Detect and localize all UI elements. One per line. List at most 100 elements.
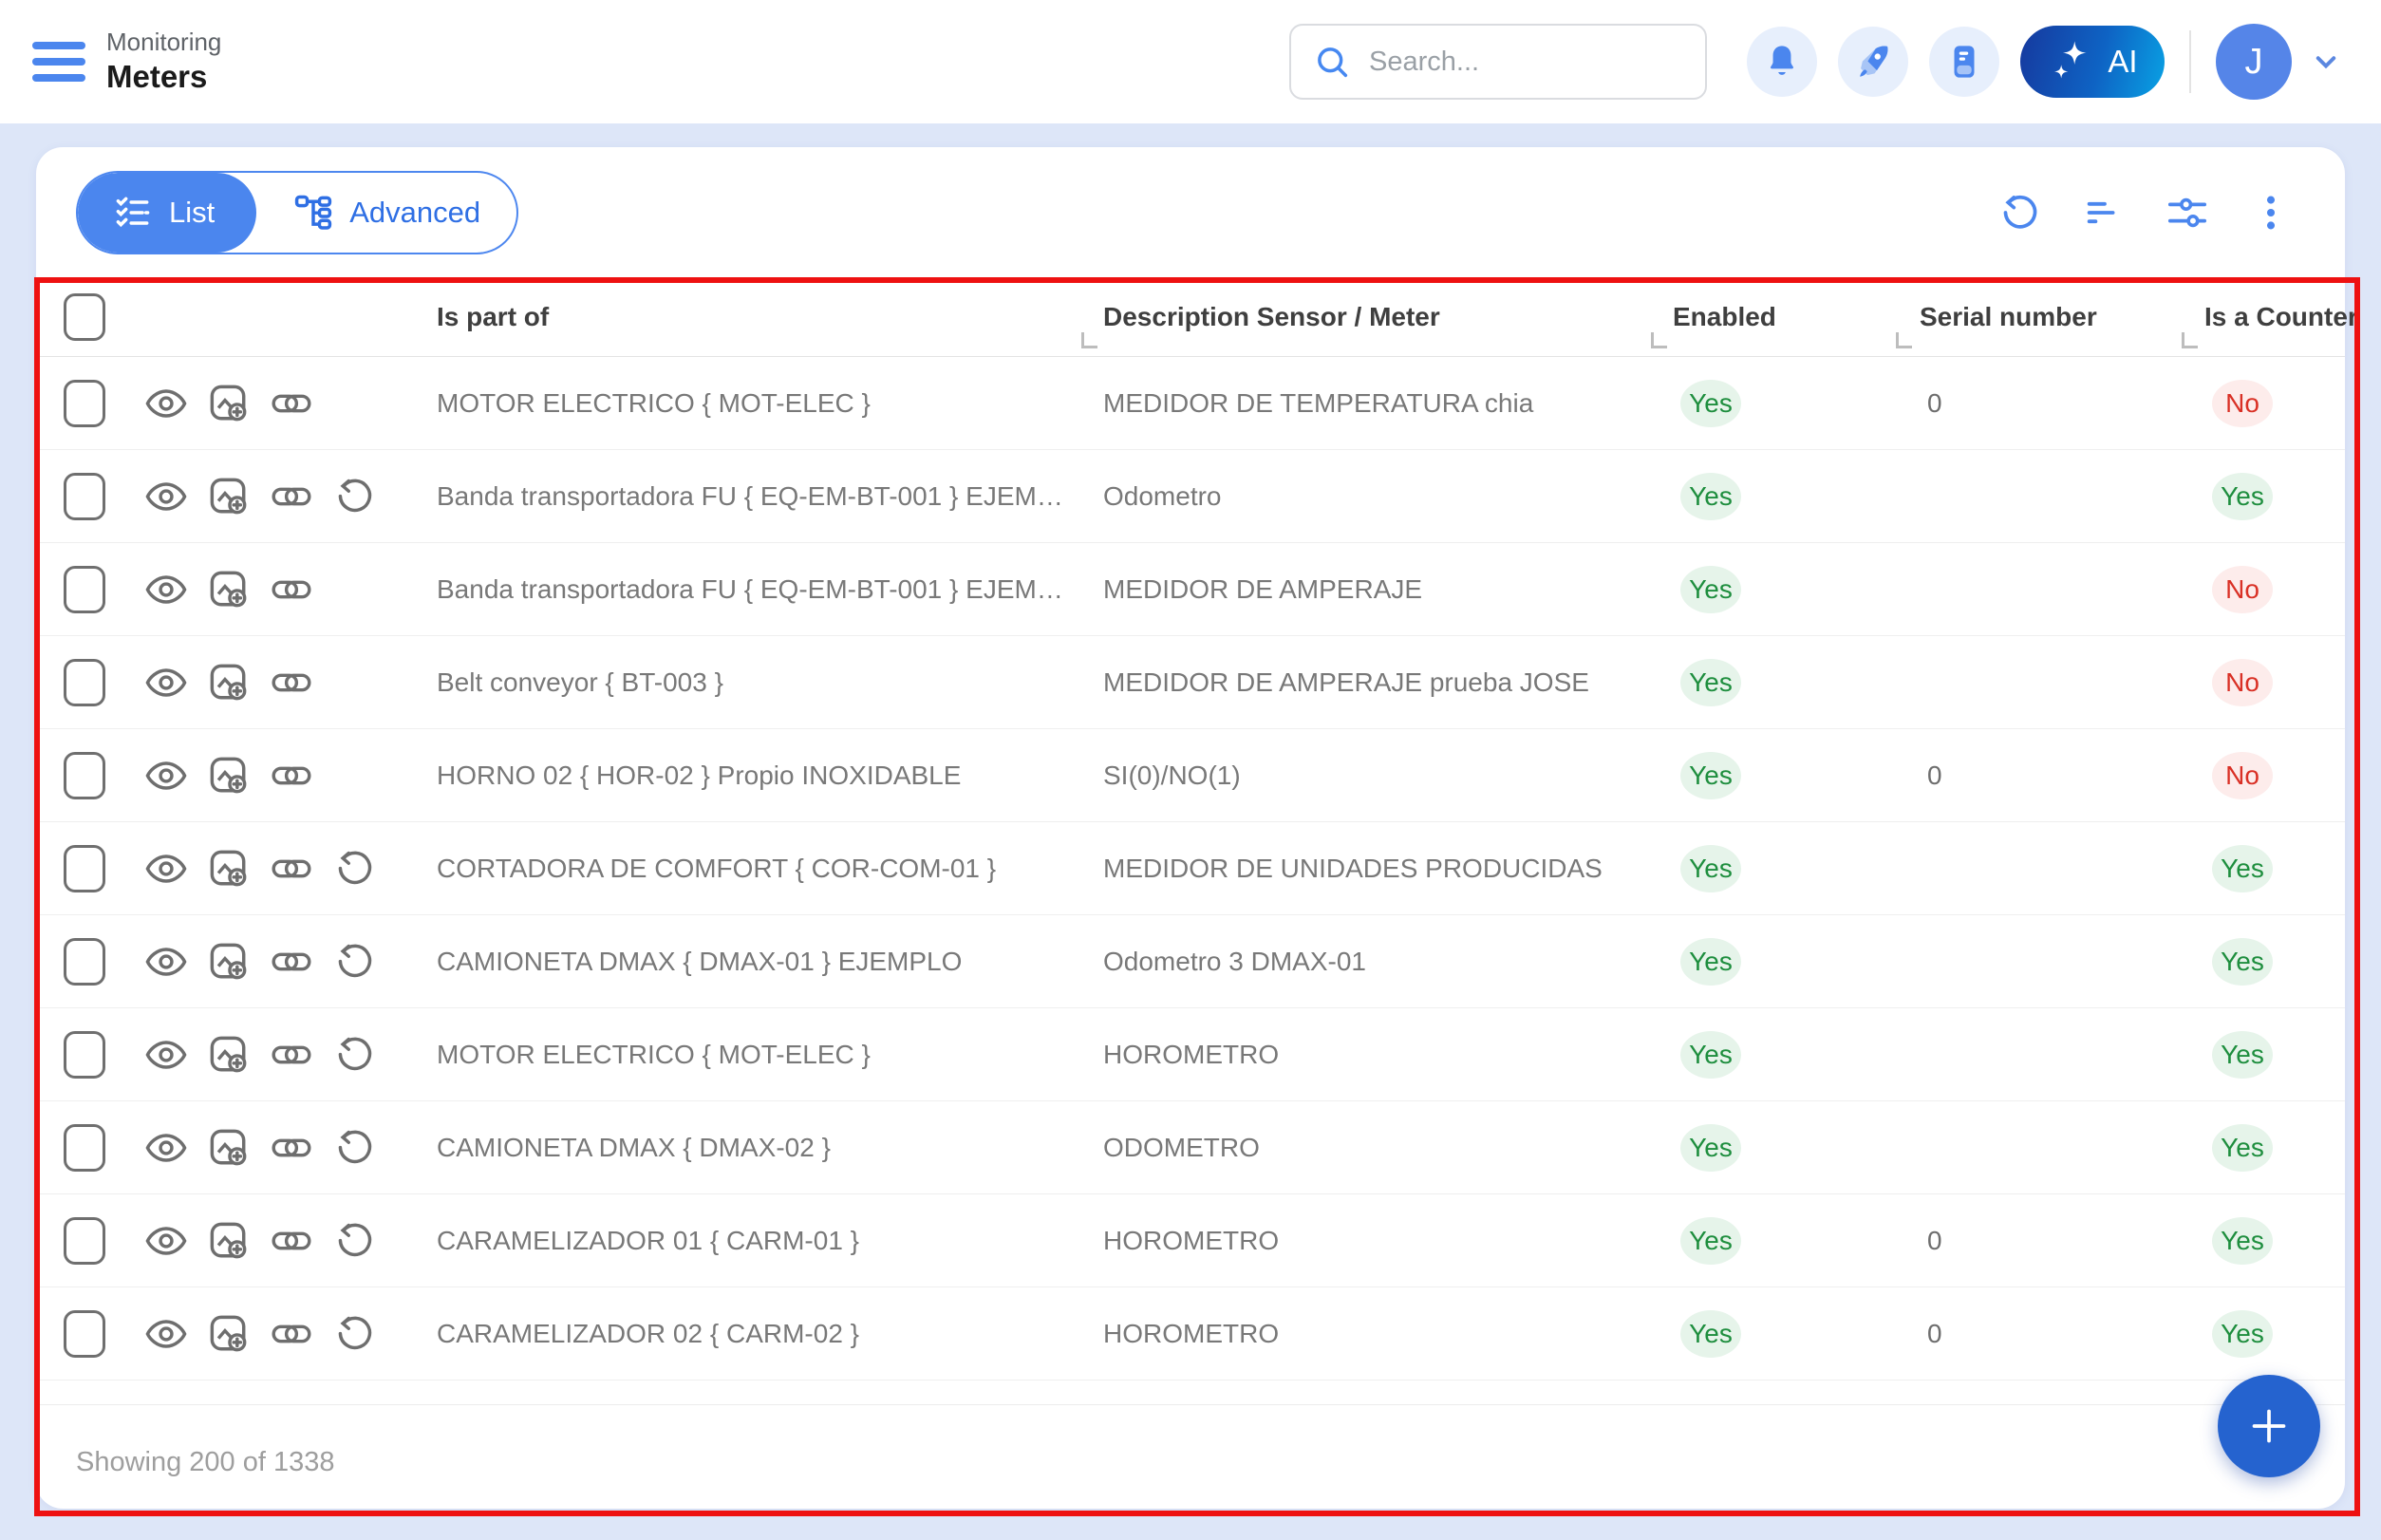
- column-resize-handle[interactable]: [1651, 332, 1667, 348]
- add-image-icon[interactable]: [207, 661, 251, 704]
- link-icon[interactable]: [270, 382, 313, 425]
- is-part-of-cell: MOTOR ELECTRICO { MOT-ELEC }: [437, 357, 1103, 449]
- row-checkbox[interactable]: [64, 1124, 105, 1172]
- view-eye-icon[interactable]: [144, 661, 188, 704]
- link-icon[interactable]: [270, 940, 313, 984]
- add-image-icon[interactable]: [207, 382, 251, 425]
- column-header-description[interactable]: Description Sensor / Meter: [1103, 302, 1673, 332]
- reset-icon[interactable]: [332, 475, 376, 518]
- column-resize-handle[interactable]: [2182, 332, 2198, 348]
- column-header-serial-number[interactable]: Serial number: [1920, 302, 2204, 332]
- is-part-of-cell: MOTOR ELECTRICO { MOT-ELEC }: [437, 1008, 1103, 1100]
- description-cell: Odometro: [1103, 450, 1673, 542]
- column-header-is-part-of[interactable]: Is part of: [437, 302, 1103, 332]
- is-part-of-cell: CORTADORA DE COMFORT { COR-COM-01 }: [437, 822, 1103, 914]
- row-checkbox[interactable]: [64, 566, 105, 613]
- add-image-icon[interactable]: [207, 940, 251, 984]
- add-image-icon[interactable]: [207, 754, 251, 798]
- is-counter-badge: No: [2212, 752, 2273, 799]
- kebab-menu-icon[interactable]: [2249, 191, 2293, 235]
- add-meter-button[interactable]: [2218, 1375, 2320, 1477]
- tab-list[interactable]: List: [78, 173, 256, 253]
- link-icon[interactable]: [270, 1126, 313, 1170]
- description-cell: HOROMETRO: [1103, 1287, 1673, 1380]
- chevron-down-icon[interactable]: [2309, 45, 2343, 79]
- link-icon[interactable]: [270, 1312, 313, 1356]
- row-checkbox[interactable]: [64, 380, 105, 427]
- table-body: MOTOR ELECTRICO { MOT-ELEC }MEDIDOR DE T…: [36, 357, 2345, 1380]
- row-checkbox[interactable]: [64, 752, 105, 799]
- reset-icon[interactable]: [332, 847, 376, 891]
- serial-number-cell: 0: [1920, 1226, 2204, 1256]
- filter-icon[interactable]: [2082, 191, 2126, 235]
- row-checkbox[interactable]: [64, 473, 105, 520]
- is-counter-badge: Yes: [2212, 1310, 2273, 1358]
- column-resize-handle[interactable]: [1081, 332, 1097, 348]
- add-image-icon[interactable]: [207, 1033, 251, 1077]
- link-icon[interactable]: [270, 847, 313, 891]
- view-eye-icon[interactable]: [144, 1126, 188, 1170]
- reset-icon[interactable]: [332, 1033, 376, 1077]
- row-checkbox[interactable]: [64, 1310, 105, 1358]
- is-part-of-cell: CARAMELIZADOR 01 { CARM-01 }: [437, 1194, 1103, 1286]
- link-icon[interactable]: [270, 1219, 313, 1263]
- is-part-of-cell: Banda transportadora FU { EQ-EM-BT-001 }…: [437, 543, 1103, 635]
- view-eye-icon[interactable]: [144, 1033, 188, 1077]
- breadcrumb-section: Monitoring: [106, 28, 221, 57]
- column-header-enabled[interactable]: Enabled: [1673, 302, 1920, 332]
- column-header-is-a-counter[interactable]: Is a Counter: [2204, 302, 2358, 332]
- add-image-icon[interactable]: [207, 847, 251, 891]
- row-checkbox[interactable]: [64, 938, 105, 986]
- reset-icon[interactable]: [332, 1126, 376, 1170]
- add-image-icon[interactable]: [207, 568, 251, 611]
- showing-count-label: Showing 200 of 1338: [76, 1447, 335, 1478]
- link-icon[interactable]: [270, 1033, 313, 1077]
- reset-icon[interactable]: [332, 940, 376, 984]
- reset-icon[interactable]: [332, 1312, 376, 1356]
- add-image-icon[interactable]: [207, 475, 251, 518]
- plus-icon: [2239, 1396, 2299, 1456]
- row-checkbox[interactable]: [64, 845, 105, 892]
- view-eye-icon[interactable]: [144, 568, 188, 611]
- add-image-icon[interactable]: [207, 1126, 251, 1170]
- description-cell: MEDIDOR DE TEMPERATURA chia: [1103, 357, 1673, 449]
- description-cell: HOROMETRO: [1103, 1008, 1673, 1100]
- view-eye-icon[interactable]: [144, 847, 188, 891]
- column-resize-handle[interactable]: [1896, 332, 1912, 348]
- reset-icon[interactable]: [332, 1219, 376, 1263]
- launch-button[interactable]: [1838, 27, 1908, 97]
- row-checkbox[interactable]: [64, 659, 105, 706]
- description-cell: SI(0)/NO(1): [1103, 729, 1673, 821]
- add-image-icon[interactable]: [207, 1219, 251, 1263]
- view-eye-icon[interactable]: [144, 1219, 188, 1263]
- link-icon[interactable]: [270, 568, 313, 611]
- hamburger-menu-icon[interactable]: [32, 42, 85, 82]
- link-icon[interactable]: [270, 475, 313, 518]
- row-checkbox[interactable]: [64, 1217, 105, 1265]
- view-eye-icon[interactable]: [144, 382, 188, 425]
- table-row: MOTOR ELECTRICO { MOT-ELEC }MEDIDOR DE T…: [36, 357, 2345, 450]
- table-footer: Showing 200 of 1338: [36, 1405, 2345, 1520]
- ai-assistant-button[interactable]: AI: [2020, 26, 2165, 98]
- notifications-button[interactable]: [1747, 27, 1817, 97]
- tab-advanced[interactable]: Advanced: [256, 173, 516, 253]
- table-row: Belt conveyor { BT-003 }MEDIDOR DE AMPER…: [36, 636, 2345, 729]
- view-eye-icon[interactable]: [144, 754, 188, 798]
- link-icon[interactable]: [270, 754, 313, 798]
- is-counter-badge: Yes: [2212, 845, 2273, 892]
- view-eye-icon[interactable]: [144, 1312, 188, 1356]
- search-input[interactable]: [1367, 46, 1675, 79]
- table-row: CARAMELIZADOR 01 { CARM-01 }HOROMETROYes…: [36, 1194, 2345, 1287]
- user-avatar[interactable]: J: [2216, 24, 2292, 100]
- is-counter-badge: Yes: [2212, 1031, 2273, 1079]
- select-all-checkbox[interactable]: [64, 293, 105, 341]
- add-image-icon[interactable]: [207, 1312, 251, 1356]
- search-box[interactable]: [1289, 24, 1707, 100]
- news-button[interactable]: [1929, 27, 1999, 97]
- refresh-icon[interactable]: [1998, 191, 2042, 235]
- link-icon[interactable]: [270, 661, 313, 704]
- tune-sliders-icon[interactable]: [2165, 191, 2209, 235]
- row-checkbox[interactable]: [64, 1031, 105, 1079]
- view-eye-icon[interactable]: [144, 940, 188, 984]
- view-eye-icon[interactable]: [144, 475, 188, 518]
